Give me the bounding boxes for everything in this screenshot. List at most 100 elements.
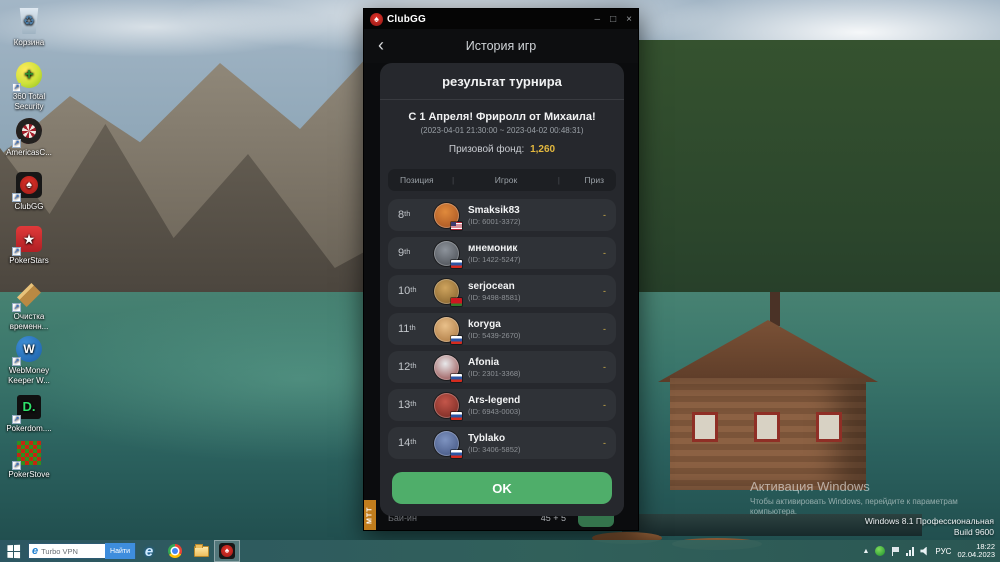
- position: 14: [398, 437, 410, 449]
- internet-explorer-icon: e: [145, 543, 153, 560]
- avatar: [434, 393, 459, 418]
- table-row[interactable]: 14th Tyblako (ID: 3406-5852) -: [388, 427, 616, 459]
- tournament-info: С 1 Апреля! Фриролл от Михаила! (2023-04…: [380, 100, 624, 159]
- language-indicator[interactable]: РУС: [935, 547, 951, 556]
- recycle-bin-icon: ♻: [18, 8, 40, 34]
- position-suffix: th: [410, 361, 416, 370]
- flag-us-icon: [451, 222, 462, 230]
- player-name: serjocean: [468, 281, 576, 292]
- desktop-icon-recycle-bin[interactable]: ♻ Корзина: [0, 6, 58, 48]
- desktop-icon-pokerstars[interactable]: ★↗ PokerStars: [0, 224, 58, 266]
- clubgg-spade-icon: ♠: [370, 13, 383, 26]
- icon-label: WebMoney Keeper W...: [0, 366, 58, 386]
- desktop-icon-cleanup[interactable]: ↗ Очистка временн...: [0, 280, 58, 332]
- avatar: [434, 355, 459, 380]
- column-prize: Приз: [560, 175, 604, 185]
- avatar: [434, 317, 459, 342]
- hut-window: [692, 412, 718, 442]
- table-row[interactable]: 12th Afonia (ID: 2301-3368) -: [388, 351, 616, 383]
- mtt-side-tab[interactable]: MTT: [364, 500, 376, 530]
- ok-button[interactable]: OK: [392, 472, 612, 504]
- position: 13: [398, 399, 410, 411]
- maximize-button[interactable]: □: [610, 14, 616, 25]
- shortcut-arrow-icon: ↗: [12, 193, 21, 202]
- position: 12: [398, 361, 410, 373]
- desktop-icon-360-security[interactable]: +↗ 360 Total Security: [0, 60, 58, 112]
- position-suffix: th: [404, 209, 410, 218]
- taskbar-explorer[interactable]: [188, 540, 214, 562]
- prize-value: -: [576, 324, 606, 334]
- search-input[interactable]: [41, 547, 105, 556]
- taskbar-clubgg[interactable]: ♠: [214, 540, 240, 562]
- tray-expand-icon[interactable]: ▲: [862, 548, 869, 555]
- flag-ru-icon: [451, 260, 462, 268]
- player-id: (ID: 5439-2670): [468, 331, 576, 340]
- volume-icon[interactable]: [920, 547, 929, 556]
- player-list[interactable]: 8th Smaksik83 (ID: 6001-3372) - 9th мнем…: [380, 199, 624, 464]
- modal-footer: OK: [380, 464, 624, 516]
- chrome-icon: [168, 544, 182, 558]
- prize-value: -: [576, 210, 606, 220]
- windows-version-text: Windows 8.1 Профессиональная Build 9600: [865, 516, 994, 538]
- player-name: Ars-legend: [468, 395, 576, 406]
- position-suffix: th: [410, 437, 416, 446]
- find-button[interactable]: Найти: [105, 543, 135, 559]
- table-row[interactable]: 9th мнемоник (ID: 1422-5247) -: [388, 237, 616, 269]
- nav-bar: ‹ История игр: [364, 29, 638, 63]
- flag-ru-icon: [451, 336, 462, 344]
- prize-value: -: [576, 248, 606, 258]
- close-button[interactable]: ×: [626, 14, 632, 25]
- icon-label: PokerStars: [0, 256, 58, 266]
- action-center-flag-icon[interactable]: [891, 547, 900, 556]
- taskbar: e Найти e ♠ ▲ РУС 18:22 02.04.2023: [0, 540, 1000, 562]
- shortcut-arrow-icon: ↗: [12, 303, 21, 312]
- avatar: [434, 431, 459, 456]
- hut-window: [816, 412, 842, 442]
- start-button[interactable]: [0, 540, 26, 562]
- player-id: (ID: 9498-8581): [468, 293, 576, 302]
- prize-pool-label: Призовой фонд:: [449, 144, 524, 155]
- table-row[interactable]: 8th Smaksik83 (ID: 6001-3372) -: [388, 199, 616, 231]
- desktop-icon-webmoney[interactable]: W↗ WebMoney Keeper W...: [0, 334, 58, 386]
- icon-label: ClubGG: [0, 202, 58, 212]
- clock[interactable]: 18:22 02.04.2023: [957, 543, 995, 560]
- player-id: (ID: 1422-5247): [468, 255, 576, 264]
- position-suffix: th: [404, 247, 410, 256]
- back-button[interactable]: ‹: [378, 33, 384, 57]
- vpn-tray-icon[interactable]: [875, 546, 885, 556]
- clubgg-taskbar-icon: ♠: [219, 543, 235, 559]
- taskbar-search[interactable]: e Найти: [28, 543, 136, 559]
- prize-value: -: [576, 286, 606, 296]
- desktop-icon-pokerstove[interactable]: ↗ PokerStove: [0, 438, 58, 480]
- table-row[interactable]: 13th Ars-legend (ID: 6943-0003) -: [388, 389, 616, 421]
- desktop-icon-americas-cardroom[interactable]: ↗ AmericasC...: [0, 116, 58, 158]
- page-title: История игр: [466, 39, 536, 53]
- taskbar-ie[interactable]: e: [136, 540, 162, 562]
- tournament-name: С 1 Апреля! Фриролл от Михаила!: [386, 111, 618, 123]
- window-content: Бай-ин 45 + 5 MTT результат турнира С 1 …: [364, 63, 638, 530]
- player-name: Afonia: [468, 357, 576, 368]
- modal-title: результат турнира: [380, 63, 624, 100]
- prize-value: -: [576, 400, 606, 410]
- taskbar-chrome[interactable]: [162, 540, 188, 562]
- folder-icon: [194, 546, 209, 557]
- window-titlebar[interactable]: ♠ ClubGG – □ ×: [364, 9, 638, 29]
- prize-pool-value: 1,260: [530, 144, 555, 155]
- prize-pool: Призовой фонд: 1,260: [386, 144, 618, 155]
- windows-version-line2: Build 9600: [865, 527, 994, 538]
- column-position: Позиция: [400, 175, 452, 185]
- table-row[interactable]: 10th serjocean (ID: 9498-8581) -: [388, 275, 616, 307]
- position: 10: [398, 285, 410, 297]
- shortcut-arrow-icon: ↗: [12, 357, 21, 366]
- tray-date: 02.04.2023: [957, 551, 995, 560]
- minimize-button[interactable]: –: [595, 14, 601, 25]
- network-signal-icon[interactable]: [906, 547, 914, 556]
- position-suffix: th: [410, 285, 416, 294]
- desktop-icon-pokerdom[interactable]: D.↗ Pokerdom....: [0, 392, 58, 434]
- tournament-dates: (2023-04-01 21:30:00 ~ 2023-04-02 00:48:…: [386, 126, 618, 135]
- player-id: (ID: 3406-5852): [468, 445, 576, 454]
- table-row[interactable]: 11th koryga (ID: 5439-2670) -: [388, 313, 616, 345]
- icon-label: Очистка временн...: [0, 312, 58, 332]
- icon-label: Корзина: [0, 38, 58, 48]
- desktop-icon-clubgg[interactable]: ♠↗ ClubGG: [0, 170, 58, 212]
